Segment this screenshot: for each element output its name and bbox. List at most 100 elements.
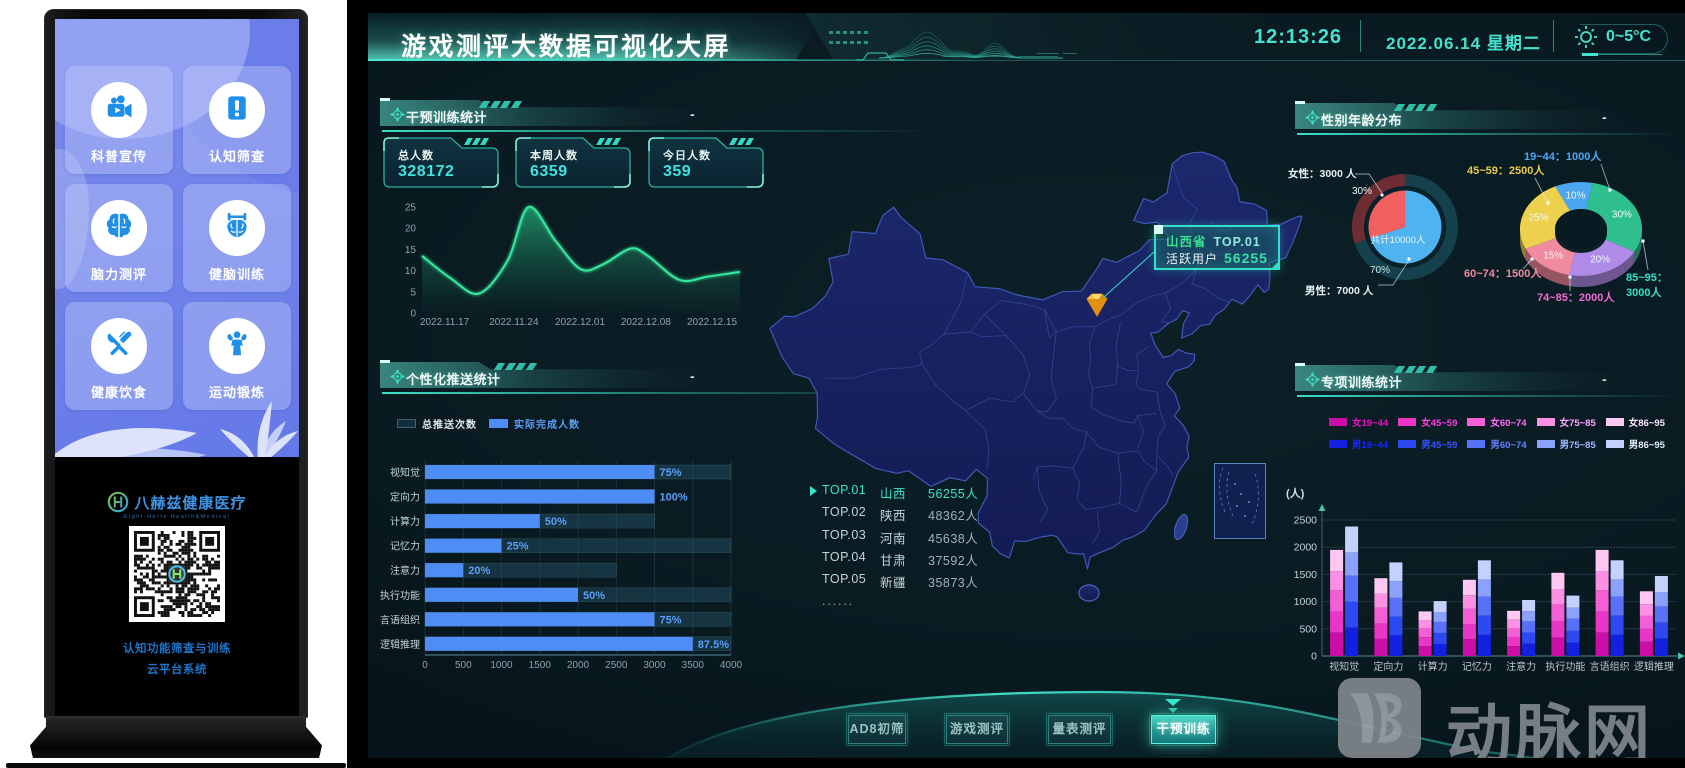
svg-text:0: 0	[410, 309, 416, 320]
tile-icon-circle	[91, 318, 147, 374]
legend-item: 女45~59	[1398, 415, 1457, 429]
svg-text:25%: 25%	[1529, 212, 1549, 223]
panel-title: 个性化推送统计	[406, 372, 501, 387]
kiosk-app-grid: 科普宣传 认知筛查 脑力测评 健脑训练 健康饮食 运动锻炼	[65, 66, 293, 410]
svg-text:2022.12.08: 2022.12.08	[621, 317, 671, 328]
date-display: 2022.06.14 星期二	[1386, 34, 1541, 53]
svg-text:执行功能: 执行功能	[380, 589, 420, 602]
tile-icon-circle	[209, 82, 265, 138]
map-tooltip: 山西省 TOP.01 活跃用户 56255	[1154, 225, 1280, 270]
svg-text:言语组织: 言语组织	[1590, 660, 1630, 673]
ranking-ellipsis: ......	[822, 594, 855, 609]
tooltip-corner	[1270, 260, 1280, 270]
svg-text:10%: 10%	[1565, 190, 1585, 201]
rank-row-5[interactable]: TOP.05 新疆 35873人	[810, 572, 1000, 594]
nav-button-3[interactable]: 干预训练	[1151, 715, 1216, 744]
svg-text:2022.11.24: 2022.11.24	[489, 317, 539, 328]
svg-text:5: 5	[410, 287, 416, 298]
nav-button-2[interactable]: 量表测评	[1048, 715, 1111, 744]
rank-row-2[interactable]: TOP.02 陕西 48362人	[810, 505, 1000, 527]
kiosk-tile-2[interactable]: 脑力测评	[65, 184, 173, 292]
dashboard-title: 游戏测评大数据可视化大屏	[401, 33, 732, 61]
tooltip-corner	[1154, 225, 1163, 234]
tile-label: 认知筛查	[208, 149, 265, 164]
svg-text:共计10000人: 共计10000人	[1371, 234, 1426, 246]
svg-text:0: 0	[1311, 651, 1317, 663]
kiosk-tile-0[interactable]: 科普宣传	[65, 66, 173, 174]
panel-header: 性别年龄分布	[1295, 101, 1685, 135]
legend-item: 女19~44	[1329, 415, 1388, 429]
stat-card-2: 今日人数 359	[648, 137, 765, 189]
panel-title: 专项训练统计	[1321, 375, 1403, 390]
stat-label: 今日人数	[663, 150, 711, 162]
svg-text:2000: 2000	[567, 660, 590, 671]
svg-text:3500: 3500	[682, 660, 705, 671]
rank-row-1[interactable]: TOP.01 山西 56255人	[810, 483, 1000, 505]
svg-text:20: 20	[405, 224, 417, 235]
south-sea-inset	[1214, 463, 1266, 539]
svg-text:87.5%: 87.5%	[698, 639, 729, 651]
legend-item: 男75~85	[1536, 437, 1596, 451]
svg-text:1000: 1000	[1294, 596, 1318, 608]
panel-special-training: 专项训练统计 - 女19~44 女45~59 女60~74 女75~85 女86~95 …	[1286, 363, 1685, 708]
kiosk-tile-3[interactable]: 健脑训练	[183, 184, 291, 292]
svg-text:2022.12.01: 2022.12.01	[555, 317, 605, 328]
svg-text:45~59：2500人: 45~59：2500人	[1467, 163, 1545, 177]
header-divider	[1553, 20, 1554, 52]
svg-text:计算力: 计算力	[390, 515, 420, 528]
legend-swatch-done	[489, 419, 508, 428]
weather-frame-arc	[1580, 24, 1668, 54]
province-ranking: TOP.01 山西 56255人 TOP.02 陕西 48362人 TOP.03 河南 4563…	[810, 483, 1000, 608]
qr-code	[129, 526, 225, 622]
play-arrow-icon	[810, 486, 817, 496]
brain-icon	[104, 211, 134, 246]
svg-text:视知觉: 视知觉	[390, 466, 420, 479]
legend-male: 男19~44 男45~59 男60~74 男75~85 男86~95	[1329, 437, 1665, 451]
kiosk-tile-4[interactable]: 健康饮食	[65, 302, 173, 410]
tooltip-rank: TOP.01	[1213, 235, 1261, 249]
svg-text:记忆力: 记忆力	[390, 540, 420, 553]
svg-text:500: 500	[455, 660, 472, 671]
svg-text:2022.12.15: 2022.12.15	[687, 317, 737, 328]
svg-text:75%: 75%	[660, 467, 682, 479]
target-icon	[390, 369, 405, 384]
brand-block: 八赫兹健康医疗 Eight-Hertz Health&Medical	[55, 491, 299, 520]
rank-row-4[interactable]: TOP.04 甘肃 37592人	[810, 550, 1000, 572]
svg-text:2000: 2000	[1294, 542, 1318, 554]
stat-value: 328172	[398, 163, 455, 180]
header-divider	[1360, 20, 1361, 52]
collapse-button[interactable]: -	[1602, 109, 1607, 125]
svg-text:74~85：2000人: 74~85：2000人	[1537, 290, 1615, 304]
panel-header: 专项训练统计	[1295, 363, 1685, 397]
svg-text:注意力: 注意力	[1506, 660, 1536, 673]
rank-row-3[interactable]: TOP.03 河南 45638人	[810, 528, 1000, 550]
nav-button-1[interactable]: 游戏测评	[946, 715, 1008, 744]
kiosk-lower-panel: 八赫兹健康医疗 Eight-Hertz Health&Medical 认知功能筛…	[55, 457, 299, 716]
nav-button-0[interactable]: AD8初筛	[848, 715, 906, 744]
collapse-button[interactable]: -	[690, 368, 695, 384]
target-icon	[1305, 372, 1320, 387]
clock: 12:13:26	[1254, 26, 1343, 48]
collapse-button[interactable]: -	[690, 106, 695, 122]
kiosk-screen: 科普宣传 认知筛查 脑力测评 健脑训练 健康饮食 运动锻炼	[55, 19, 299, 457]
kiosk-base	[30, 725, 322, 758]
svg-text:75%: 75%	[660, 614, 682, 626]
legend-label: 实际完成人数	[514, 420, 580, 431]
kiosk-tile-1[interactable]: 认知筛查	[183, 66, 291, 174]
stat-value: 6359	[530, 163, 568, 180]
dashboard: 游戏测评大数据可视化大屏 12:13:26 2022.06.14 星期二 0~5…	[368, 13, 1685, 758]
collapse-button[interactable]: -	[1602, 371, 1607, 387]
tile-icon-circle	[91, 200, 147, 256]
fern-decoration	[220, 401, 298, 457]
clipboard-icon	[223, 94, 251, 127]
panel-gender-age: 性别年龄分布 - 女性：3000 人 男性：7000 人 30% 70% 共计1…	[1288, 101, 1685, 363]
brand-subtitle: Eight-Hertz Health&Medical	[123, 514, 231, 520]
svg-text:500: 500	[1299, 623, 1317, 635]
svg-text:30%: 30%	[1612, 210, 1632, 221]
brain-training-icon	[222, 211, 252, 246]
svg-text:100%: 100%	[660, 492, 688, 504]
active-nav-caret	[1165, 699, 1181, 713]
svg-text:10: 10	[405, 266, 417, 277]
svg-text:4000: 4000	[720, 660, 743, 671]
tile-label: 脑力测评	[90, 267, 147, 282]
